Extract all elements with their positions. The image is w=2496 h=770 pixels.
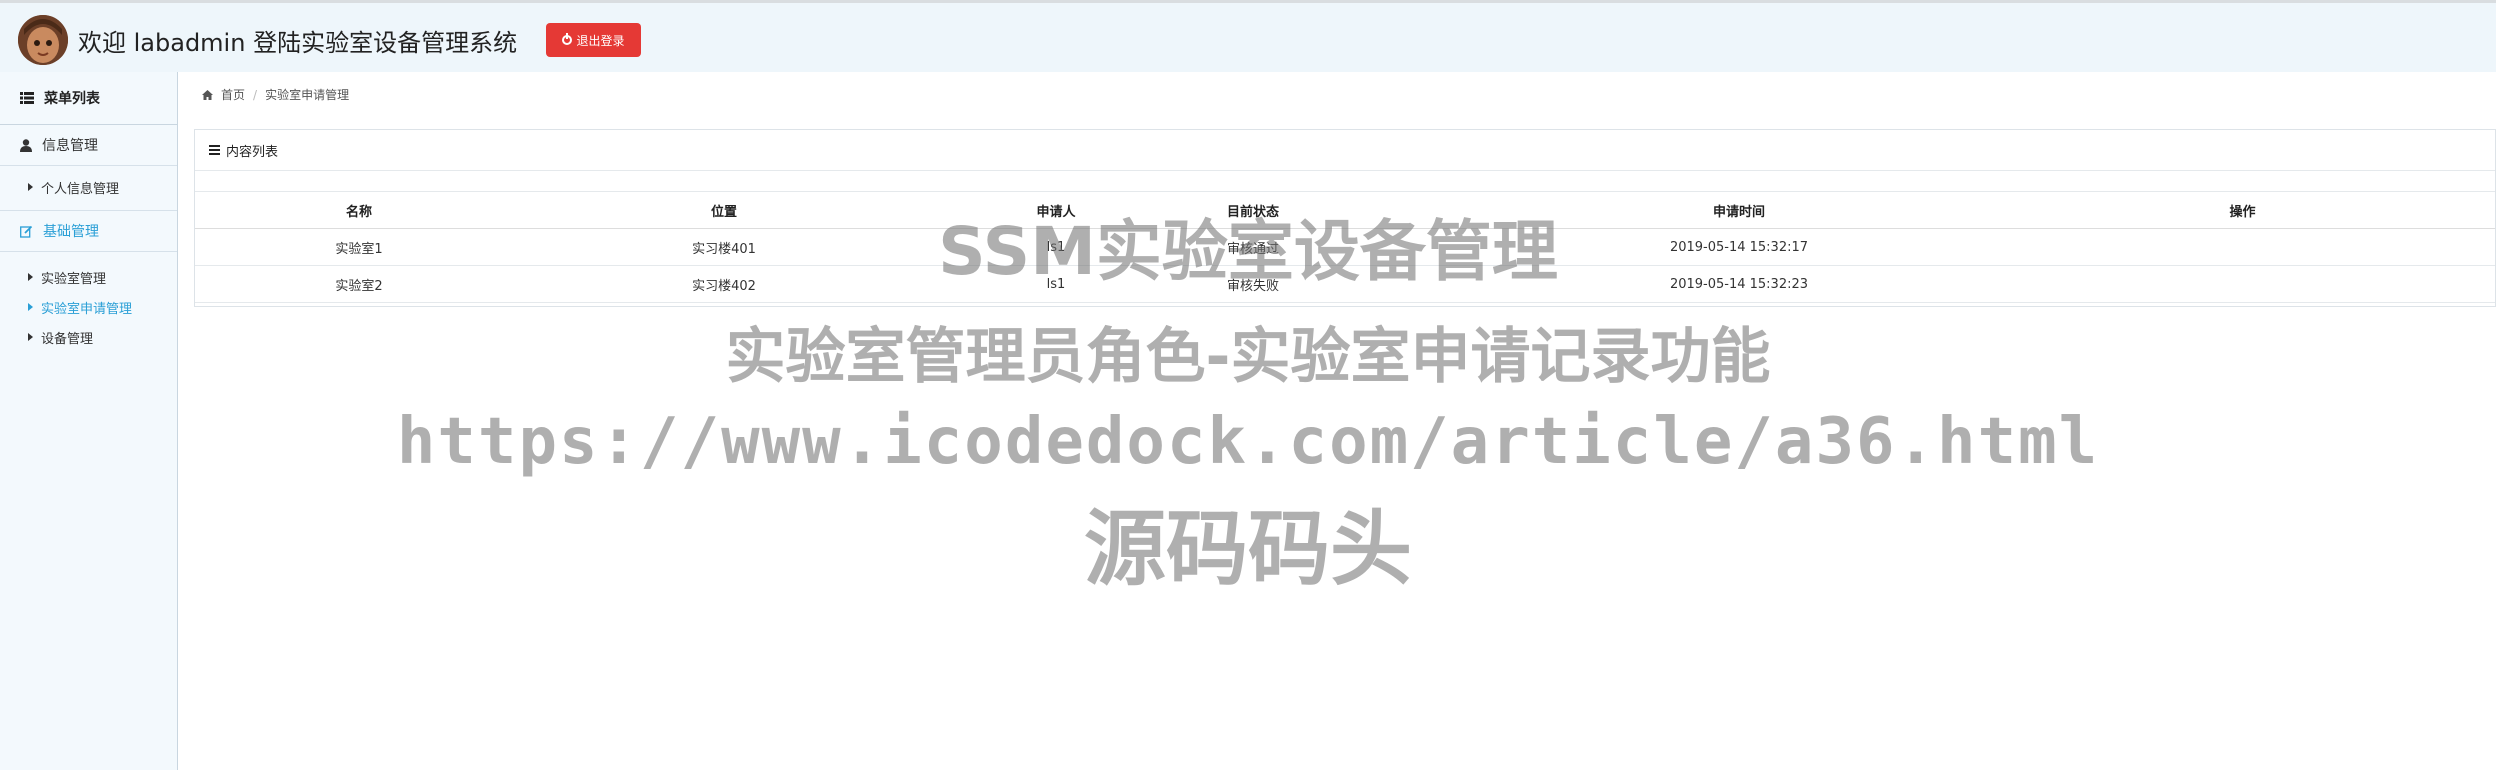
breadcrumb: 首页 / 实验室申请管理	[202, 86, 349, 103]
cell-time: 2019-05-14 15:32:17	[1488, 228, 1990, 266]
column-header: 目前状态	[1187, 192, 1488, 229]
table-header-row: 名称 位置 申请人 目前状态 申请时间 操作	[195, 192, 2495, 229]
column-header: 申请人	[925, 192, 1187, 229]
sidebar-submenu-basic: 实验室管理 实验室申请管理 设备管理	[0, 252, 177, 360]
logout-label: 退出登录	[576, 33, 625, 48]
sidebar-heading: 菜单列表	[0, 72, 177, 125]
cell-location: 实习楼401	[523, 228, 925, 266]
sidebar-item-label: 个人信息管理	[41, 181, 120, 197]
sidebar-item-label: 实验室申请管理	[41, 301, 133, 317]
menu-icon	[209, 145, 220, 155]
watermark-line-4: 源码码头	[1083, 502, 1412, 597]
column-header: 申请时间	[1488, 192, 1990, 229]
caret-right-icon	[28, 273, 33, 281]
breadcrumb-home[interactable]: 首页	[221, 86, 245, 103]
column-header: 名称	[195, 192, 523, 229]
cell-actions	[1990, 228, 2495, 266]
cell-location: 实习楼402	[523, 265, 925, 303]
list-icon	[20, 92, 34, 104]
table-row[interactable]: 实验室1 实习楼401 ls1 审核通过 2019-05-14 15:32:17	[195, 228, 2495, 266]
cell-name: 实验室2	[195, 265, 523, 303]
sidebar-item-lab[interactable]: 实验室管理	[0, 262, 177, 292]
cell-actions	[1990, 265, 2495, 303]
breadcrumb-current: 实验室申请管理	[265, 88, 350, 102]
sidebar-item-label: 设备管理	[41, 331, 94, 347]
column-header: 位置	[523, 192, 925, 229]
table-row[interactable]: 实验室2 实习楼402 ls1 审核失败 2019-05-14 15:32:23	[195, 265, 2495, 303]
avatar-image	[18, 15, 68, 65]
sidebar-group-label: 信息管理	[42, 138, 98, 154]
sidebar-submenu-info: 个人信息管理	[0, 166, 177, 211]
watermark-line-3: https://www.icodedock.com/article/a36.ht…	[396, 405, 2100, 479]
panel-header: 内容列表	[195, 130, 2495, 171]
watermark-line-2: 实验室管理员角色-实验室申请记录功能	[725, 322, 1771, 392]
power-icon	[562, 33, 573, 45]
sidebar-item-label: 实验室管理	[41, 271, 107, 287]
application-table: 名称 位置 申请人 目前状态 申请时间 操作 实验室1 实习楼401 ls1 审…	[195, 192, 2495, 303]
cell-status: 审核通过	[1187, 228, 1488, 266]
page-title: 欢迎 labadmin 登陆实验室设备管理系统	[78, 29, 518, 57]
cell-applicant: ls1	[925, 228, 1187, 266]
edit-icon	[20, 225, 33, 238]
sidebar-item-equipment[interactable]: 设备管理	[0, 322, 177, 352]
sidebar-group-basic[interactable]: 基础管理	[0, 211, 177, 252]
column-header: 操作	[1990, 192, 2495, 229]
sidebar-group-info[interactable]: 信息管理	[0, 125, 177, 166]
sidebar-item-lab-application[interactable]: 实验室申请管理	[0, 292, 177, 322]
caret-right-icon	[28, 333, 33, 341]
avatar	[18, 15, 68, 65]
sidebar-group-label: 基础管理	[43, 224, 99, 240]
sidebar-item-personal-info[interactable]: 个人信息管理	[0, 172, 177, 202]
cell-time: 2019-05-14 15:32:23	[1488, 265, 1990, 303]
cell-status: 审核失败	[1187, 265, 1488, 303]
sidebar: 菜单列表 信息管理 个人信息管理 基础管理 实验室管理 实验室申请管理 设备管理	[0, 72, 178, 770]
breadcrumb-separator: /	[253, 87, 258, 102]
cell-name: 实验室1	[195, 228, 523, 266]
user-icon	[20, 138, 32, 152]
panel-title: 内容列表	[226, 144, 279, 160]
caret-right-icon	[28, 303, 33, 311]
sidebar-heading-label: 菜单列表	[44, 91, 100, 107]
logout-button[interactable]: 退出登录	[546, 23, 641, 57]
cell-applicant: ls1	[925, 265, 1187, 303]
panel-spacer	[195, 171, 2495, 192]
home-icon	[202, 89, 213, 100]
content-panel: 内容列表 名称 位置 申请人 目前状态 申请时间 操作 实验室1 实习楼401 …	[194, 129, 2496, 307]
top-header: 欢迎 labadmin 登陆实验室设备管理系统 退出登录	[0, 0, 2496, 72]
caret-right-icon	[28, 183, 33, 191]
